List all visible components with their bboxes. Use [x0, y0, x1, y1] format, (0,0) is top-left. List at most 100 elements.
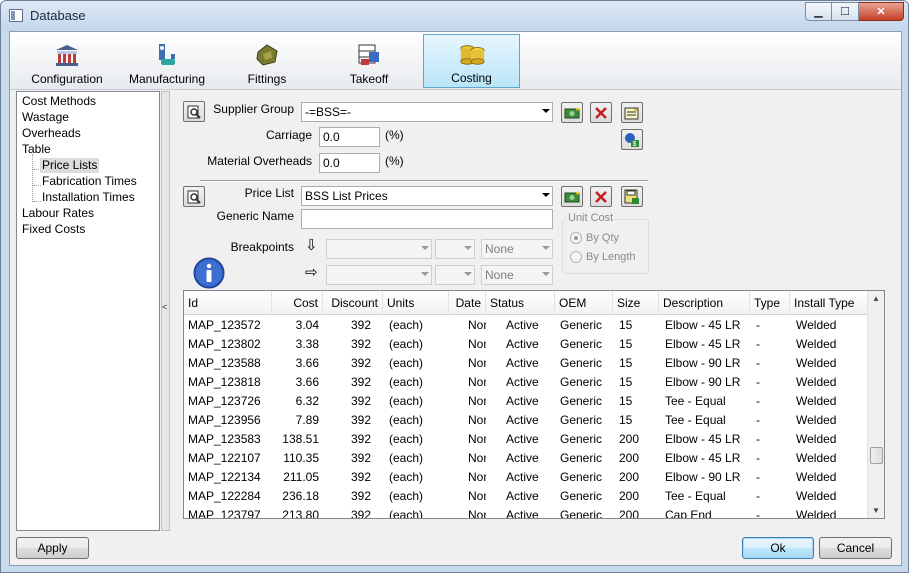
column-header-date[interactable]: Date — [449, 291, 486, 315]
table-row[interactable]: MAP_123572 3.04 392 (each) None Active Generic… — [184, 316, 868, 335]
scroll-up-icon[interactable]: ▲ — [872, 294, 880, 303]
database-window: Database ▁ ☐ ✕ Configuration Manufacturi… — [0, 0, 909, 573]
cell-status: Active — [506, 508, 539, 519]
column-header-status[interactable]: Status — [486, 291, 555, 315]
table-row[interactable]: MAP_123588 3.66 392 (each) None Active Generic… — [184, 354, 868, 373]
tree-item-overheads[interactable]: Overheads — [22, 126, 81, 141]
column-header-oem[interactable]: OEM — [555, 291, 613, 315]
tab-takeoff-label: Takeoff — [349, 72, 389, 86]
cell-id: MAP_123797 — [188, 508, 261, 519]
tab-configuration[interactable]: Configuration — [22, 34, 112, 88]
supplier-group-select[interactable]: -=BSS=- — [301, 102, 553, 122]
cell-oem: Generic — [560, 508, 603, 519]
close-button[interactable]: ✕ — [859, 2, 904, 21]
column-header-id[interactable]: Id — [184, 291, 272, 315]
supplier-delete-button[interactable] — [590, 102, 612, 123]
currency-exchange-button[interactable]: $ — [621, 129, 643, 150]
column-header-type[interactable]: Type — [750, 291, 790, 315]
tab-fittings[interactable]: Fittings — [222, 34, 312, 88]
cell-oem: Generic — [560, 432, 603, 446]
generic-name-input[interactable] — [301, 209, 553, 229]
material-overheads-unit: (%) — [385, 154, 404, 168]
title-bar[interactable]: Database ▁ ☐ ✕ — [1, 1, 908, 31]
cell-size: 15 — [619, 356, 633, 370]
cell-type: - — [756, 375, 760, 389]
tree-item-cost-methods[interactable]: Cost Methods — [22, 94, 96, 109]
table-row[interactable]: MAP_123726 6.32 392 (each) None Active Generic… — [184, 392, 868, 411]
column-header-cost[interactable]: Cost — [272, 291, 323, 315]
tree-item-price-lists[interactable]: Price Lists — [40, 158, 100, 173]
cell-oem: Generic — [560, 489, 603, 503]
breakpoint-right-none-select[interactable]: None — [481, 265, 553, 285]
pricelist-delete-button[interactable] — [590, 186, 612, 207]
column-header-description[interactable]: Description — [659, 291, 750, 315]
cell-type: - — [756, 432, 760, 446]
cell-status: Active — [506, 470, 539, 484]
material-overheads-input[interactable]: 0.0 — [319, 153, 380, 173]
tree-item-fixed-costs[interactable]: Fixed Costs — [22, 222, 85, 237]
tab-manufacturing[interactable]: Manufacturing — [122, 34, 212, 88]
category-tree[interactable]: Cost Methods Wastage Overheads Table Pri… — [16, 91, 160, 531]
carriage-input[interactable]: 0.0 — [319, 127, 380, 147]
breakpoints-label: Breakpoints — [230, 240, 294, 254]
tab-costing-label: Costing — [451, 71, 492, 85]
tree-item-table[interactable]: Table — [22, 142, 51, 157]
cell-discount: 392 — [350, 356, 371, 370]
scrollbar-thumb[interactable] — [870, 447, 883, 464]
column-header-size[interactable]: Size — [613, 291, 659, 315]
cell-type: - — [756, 508, 760, 519]
column-header-install-type[interactable]: Install Type — [790, 291, 870, 315]
breakpoint-right-op-select[interactable] — [435, 265, 475, 285]
by-length-radio[interactable]: By Length — [570, 251, 636, 263]
generic-name-label: Generic Name — [216, 209, 294, 223]
minimize-button[interactable]: ▁ — [805, 2, 832, 21]
table-row[interactable]: MAP_122134 211.05 392 (each) None Active Gener… — [184, 468, 868, 487]
pricelist-save-button[interactable] — [621, 186, 643, 207]
table-row[interactable]: MAP_123797 213.80 392 (each) None Active Gener… — [184, 506, 868, 519]
table-row[interactable]: MAP_123818 3.66 392 (each) None Active Generic… — [184, 373, 868, 392]
properties-icon: ★ — [624, 106, 639, 119]
tree-item-labour-rates[interactable]: Labour Rates — [22, 206, 94, 221]
by-qty-radio[interactable]: By Qty — [570, 232, 619, 244]
cell-date: None — [468, 432, 486, 446]
table-row[interactable]: MAP_123956 7.89 392 (each) None Active Generic… — [184, 411, 868, 430]
cell-discount: 392 — [350, 318, 371, 332]
tree-item-fabrication-times[interactable]: Fabrication Times — [42, 174, 137, 189]
maximize-button[interactable]: ☐ — [832, 2, 859, 21]
table-row[interactable]: MAP_123583 138.51 392 (each) None Active Gener… — [184, 430, 868, 449]
price-list-select[interactable]: BSS List Prices — [301, 186, 553, 206]
cancel-button[interactable]: Cancel — [819, 537, 892, 559]
cell-oem: Generic — [560, 375, 603, 389]
arrow-right-icon: ⇨ — [305, 264, 318, 281]
price-list-table[interactable]: Id Cost Discount Units Date Status OEM Size Desc… — [183, 290, 885, 519]
collapse-left-icon[interactable]: < — [162, 302, 167, 312]
table-row[interactable]: MAP_122107 110.35 392 (each) None Active Gener… — [184, 449, 868, 468]
table-row[interactable]: MAP_123802 3.38 392 (each) None Active Generic… — [184, 335, 868, 354]
cell-id: MAP_123726 — [188, 394, 261, 408]
preview-icon — [187, 190, 201, 204]
breakpoint-down-select[interactable] — [326, 239, 432, 259]
tab-takeoff[interactable]: Takeoff — [322, 34, 416, 88]
column-header-units[interactable]: Units — [383, 291, 449, 315]
cell-install-type: Welded — [796, 356, 837, 370]
column-header-discount[interactable]: Discount — [323, 291, 383, 315]
table-row[interactable]: MAP_122284 236.18 392 (each) None Active Gener… — [184, 487, 868, 506]
cell-install-type: Welded — [796, 318, 837, 332]
ok-button[interactable]: Ok — [742, 537, 814, 559]
table-vertical-scrollbar[interactable]: ▲ ▼ — [867, 291, 884, 518]
breakpoint-down-op-select[interactable] — [435, 239, 475, 259]
apply-button[interactable]: Apply — [16, 537, 89, 559]
supplier-properties-button[interactable]: ★ — [621, 102, 643, 123]
cell-date: None — [468, 451, 486, 465]
cell-status: Active — [506, 489, 539, 503]
breakpoint-right-select[interactable] — [326, 265, 432, 285]
tree-item-wastage[interactable]: Wastage — [22, 110, 69, 125]
tree-item-installation-times[interactable]: Installation Times — [42, 190, 135, 205]
chevron-down-icon — [421, 246, 429, 250]
supplier-add-button[interactable]: ★ — [561, 102, 583, 123]
tab-costing[interactable]: Costing — [423, 34, 520, 88]
cell-status: Active — [506, 432, 539, 446]
scroll-down-icon[interactable]: ▼ — [872, 506, 880, 515]
breakpoint-down-none-select[interactable]: None — [481, 239, 553, 259]
pricelist-add-button[interactable]: ★ — [561, 186, 583, 207]
